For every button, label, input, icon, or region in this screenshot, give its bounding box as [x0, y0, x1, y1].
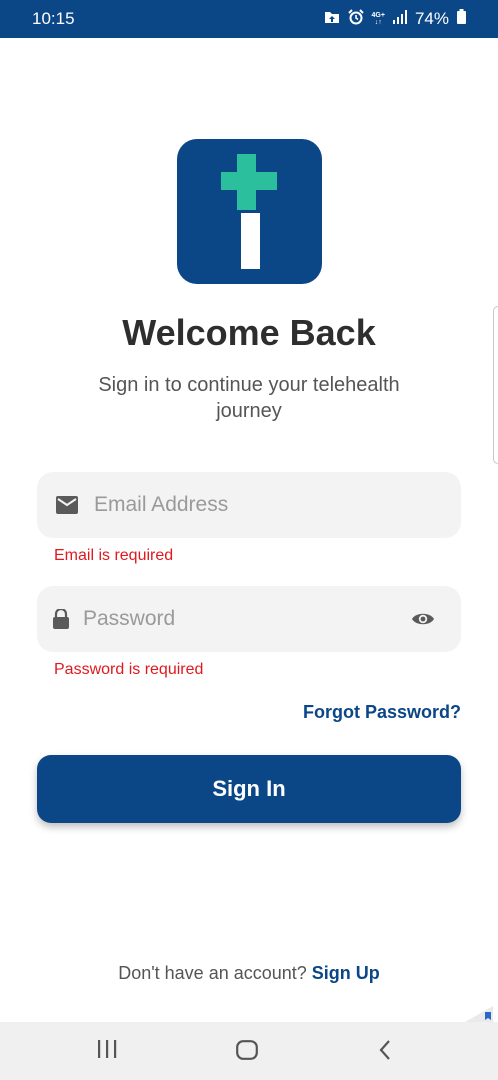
email-field[interactable]	[37, 472, 461, 538]
mail-icon	[56, 496, 78, 514]
eye-icon[interactable]	[411, 611, 435, 627]
app-logo	[177, 139, 322, 284]
network-4g-icon: 4G+ ↓↑	[372, 12, 385, 26]
password-field[interactable]	[37, 586, 461, 652]
network-type: 4G+	[371, 12, 385, 19]
lock-icon	[53, 609, 69, 629]
signup-prompt: Don't have an account?	[118, 963, 307, 983]
password-error: Password is required	[54, 661, 204, 678]
email-error: Email is required	[54, 547, 174, 564]
status-icons: 4G+ ↓↑ 74%	[324, 8, 466, 30]
login-screen: 10:15 4G+ ↓↑ 74% Welcome Back Sign in to…	[0, 0, 498, 1080]
sign-up-link[interactable]: Sign Up	[312, 963, 380, 983]
navigation-bar	[0, 1022, 498, 1080]
password-input[interactable]	[81, 606, 411, 632]
email-input[interactable]	[92, 492, 461, 518]
edge-panel-handle[interactable]	[493, 306, 498, 464]
medical-cross-logo-icon	[221, 154, 277, 269]
forgot-password-link[interactable]: Forgot Password?	[303, 702, 461, 723]
sign-in-button[interactable]: Sign In	[37, 755, 461, 823]
page-subtitle: Sign in to continue your telehealth jour…	[98, 374, 400, 422]
folder-upload-icon	[324, 9, 340, 29]
status-time: 10:15	[32, 9, 75, 28]
home-icon[interactable]	[236, 1040, 258, 1060]
battery-icon	[457, 9, 466, 29]
signup-row: Don't have an account? Sign Up	[0, 963, 498, 984]
page-title: Welcome Back	[122, 312, 376, 353]
back-icon[interactable]	[378, 1040, 392, 1060]
alarm-icon	[347, 8, 364, 30]
signal-icon	[392, 9, 407, 29]
battery-percent: 74%	[414, 9, 449, 28]
recents-icon[interactable]	[97, 1040, 117, 1058]
network-activity: ↓↑	[374, 19, 382, 26]
status-bar: 10:15 4G+ ↓↑ 74%	[0, 0, 498, 38]
